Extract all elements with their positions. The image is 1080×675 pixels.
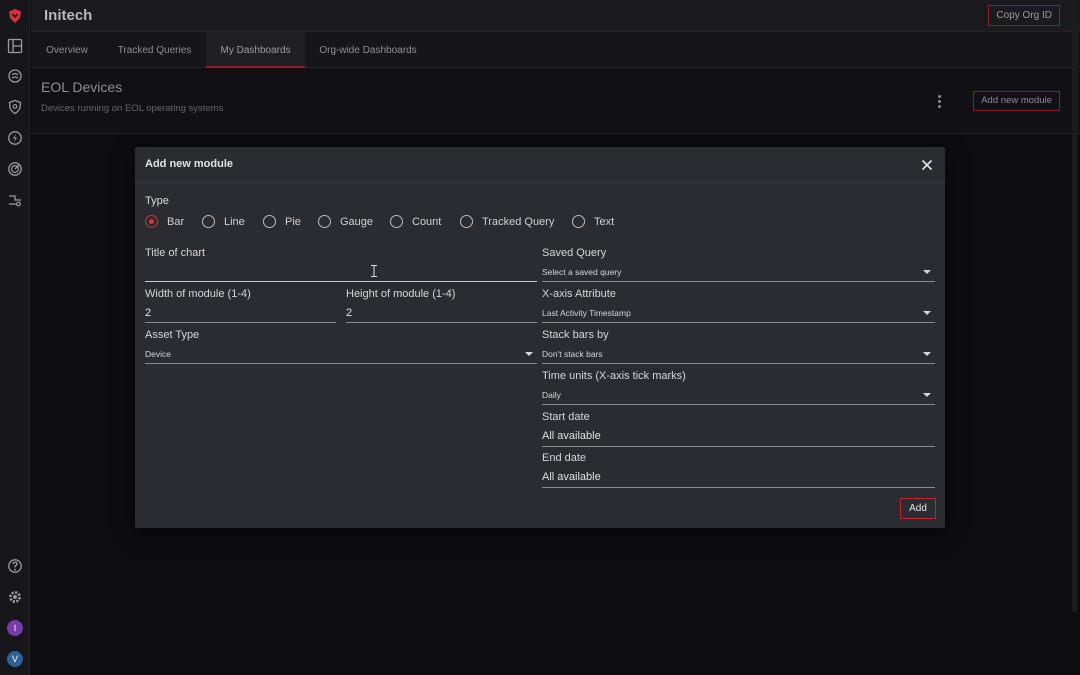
radio-circle[interactable] [202,215,215,228]
radio-pie[interactable]: Pie [263,215,301,228]
radio-circle[interactable] [460,215,473,228]
field-label: Time units (X-axis tick marks) [542,370,686,382]
dashboard-title: EOL Devices [41,79,123,95]
radio-tracked-query[interactable]: Tracked Query [460,215,554,228]
x-axis-value: Last Activity Timestamp [542,308,631,318]
field-label: Stack bars by [542,329,609,341]
gear-icon[interactable] [5,587,25,607]
user-avatar[interactable]: V [7,651,23,667]
lightning-icon[interactable] [5,128,25,148]
dialog-header: Add new module [135,147,945,183]
field-label: Width of module (1-4) [145,288,251,300]
time-units-value: Daily [542,390,561,400]
shield-icon[interactable] [5,97,25,117]
asset-type-select[interactable]: Asset Type Device [145,329,537,364]
dashboard-subtitle: Devices running on EOL operating systems [41,103,224,114]
width-input[interactable]: 2 [145,307,151,319]
text-cursor-icon [370,264,378,277]
caret-down-icon[interactable] [923,311,931,315]
caret-down-icon[interactable] [923,393,931,397]
caret-down-icon[interactable] [923,270,931,274]
field-label: Saved Query [542,247,607,259]
stack-bars-select[interactable]: Stack bars by Don't stack bars [542,329,935,364]
asset-type-value: Device [145,349,171,359]
copy-org-id-button[interactable]: Copy Org ID [988,5,1060,26]
width-field[interactable]: Width of module (1-4) 2 [145,288,336,323]
add-module-dialog: Add new module Type Bar Line Pie Gauge C… [135,147,945,528]
tab-overview[interactable]: Overview [31,32,103,68]
title-of-chart-field[interactable]: Title of chart [145,247,537,282]
dialog-title: Add new module [145,158,233,170]
start-date-field[interactable]: Start date All available [542,411,935,447]
radar-icon[interactable] [5,159,25,179]
start-date-input[interactable]: All available [542,430,601,442]
integrations-icon[interactable] [5,190,25,210]
close-icon[interactable] [919,157,935,173]
height-field[interactable]: Height of module (1-4) 2 [346,288,537,323]
field-label: Height of module (1-4) [346,288,456,300]
radio-text[interactable]: Text [572,215,614,228]
dashboard-header: EOL Devices Devices running on EOL opera… [31,68,1080,134]
end-date-field[interactable]: End date All available [542,452,935,488]
more-options-icon[interactable] [934,95,944,109]
radio-gauge[interactable]: Gauge [318,215,373,228]
org-avatar[interactable]: I [7,620,23,636]
tab-org-wide-dashboards[interactable]: Org-wide Dashboards [305,32,431,68]
brain-icon[interactable] [5,66,25,86]
caret-down-icon[interactable] [923,352,931,356]
page-scrollbar[interactable] [1072,0,1078,612]
time-units-select[interactable]: Time units (X-axis tick marks) Daily [542,370,935,405]
dashboard-layout-icon[interactable] [5,36,25,56]
caret-down-icon[interactable] [525,352,533,356]
saved-query-value: Select a saved query [542,267,622,277]
tab-tracked-queries[interactable]: Tracked Queries [103,32,206,68]
field-label: End date [542,452,587,464]
radio-count[interactable]: Count [390,215,441,228]
field-label: Title of chart [145,247,206,259]
x-axis-attribute-select[interactable]: X-axis Attribute Last Activity Timestamp [542,288,935,323]
radio-bar[interactable]: Bar [145,215,184,228]
add-button[interactable]: Add [900,498,936,519]
tab-bar: Overview Tracked Queries My Dashboards O… [31,32,1080,68]
left-nav-rail: I V [0,0,30,675]
brand-logo-icon[interactable] [5,6,25,26]
tab-my-dashboards[interactable]: My Dashboards [206,32,305,68]
saved-query-select[interactable]: Saved Query Select a saved query [542,247,935,282]
help-icon[interactable] [5,556,25,576]
radio-circle[interactable] [390,215,403,228]
height-input[interactable]: 2 [346,307,352,319]
radio-circle[interactable] [145,215,158,228]
radio-circle[interactable] [318,215,331,228]
top-header: Initech Copy Org ID [31,0,1080,32]
org-name: Initech [44,7,93,24]
field-label: X-axis Attribute [542,288,616,300]
radio-circle[interactable] [572,215,585,228]
stack-bars-value: Don't stack bars [542,349,603,359]
type-label: Type [145,195,169,207]
radio-line[interactable]: Line [202,215,245,228]
radio-circle[interactable] [263,215,276,228]
add-new-module-button[interactable]: Add new module [973,91,1060,111]
field-label: Start date [542,411,590,423]
field-label: Asset Type [145,329,200,341]
end-date-input[interactable]: All available [542,471,601,483]
